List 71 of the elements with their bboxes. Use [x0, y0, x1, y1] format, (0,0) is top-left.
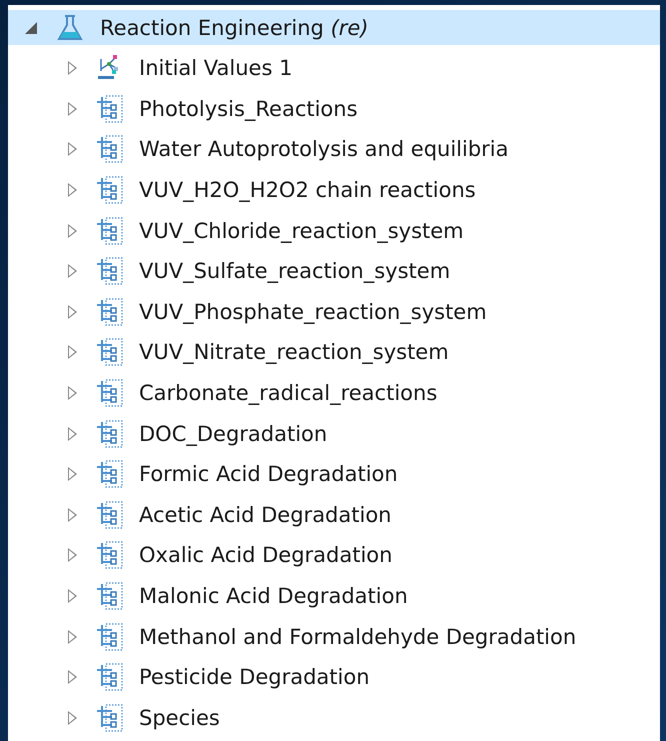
- tree-row[interactable]: Photolysis_Reactions: [8, 88, 660, 130]
- expand-arrow-icon[interactable]: [68, 142, 77, 156]
- expand-arrow-icon[interactable]: [68, 508, 77, 522]
- tree-row[interactable]: Oxalic Acid Degradation: [8, 535, 660, 576]
- expand-arrow-icon[interactable]: [68, 710, 77, 725]
- tree-row[interactable]: Malonic Acid Degradation: [8, 576, 660, 616]
- node-label: Oxalic Acid Degradation: [139, 543, 392, 568]
- tree-row[interactable]: Formic Acid Degradation: [8, 454, 660, 495]
- reaction-group-icon: [94, 134, 124, 164]
- node-label: Reaction Engineering (re): [100, 16, 369, 40]
- tree-row[interactable]: Water Autoprotolysis and equilibria: [8, 129, 660, 170]
- tree-row[interactable]: Pesticide Degradation: [8, 656, 660, 698]
- reaction-group-icon: [94, 581, 124, 612]
- node-label: Species: [139, 706, 220, 730]
- node-label: Methanol and Formaldehyde Degradation: [139, 624, 576, 649]
- tree-row[interactable]: DOC_Degradation: [8, 413, 660, 454]
- selected-tree-row[interactable]: Reaction Engineering (re): [8, 10, 660, 45]
- reaction-group-icon: [94, 216, 124, 246]
- expand-arrow-icon[interactable]: [68, 345, 77, 360]
- tree-row[interactable]: Methanol and Formaldehyde Degradation: [8, 616, 660, 657]
- expand-arrow-icon[interactable]: [68, 386, 77, 400]
- node-label: Initial Values 1: [139, 56, 292, 80]
- expand-arrow-icon[interactable]: [68, 224, 77, 238]
- tree-row[interactable]: Acetic Acid Degradation: [8, 494, 660, 536]
- tree-row[interactable]: Carbonate_radical_reactions: [8, 372, 660, 414]
- node-label: Malonic Acid Degradation: [139, 584, 408, 608]
- expand-arrow-icon[interactable]: [68, 670, 77, 684]
- tree-row[interactable]: VUV_Phosphate_reaction_system: [8, 292, 660, 332]
- tree-row[interactable]: Species: [8, 698, 660, 738]
- reaction-group-icon: [94, 702, 124, 733]
- node-label: Acetic Acid Degradation: [139, 502, 392, 527]
- expand-arrow-icon[interactable]: [68, 589, 77, 604]
- node-label: Water Autoprotolysis and equilibria: [139, 137, 509, 162]
- reaction-group-icon: [94, 296, 124, 327]
- reaction-group-icon: [94, 94, 124, 124]
- expand-arrow-icon[interactable]: [68, 304, 77, 319]
- expand-arrow-icon[interactable]: [68, 102, 77, 116]
- expand-arrow-icon[interactable]: [68, 61, 77, 76]
- tree-row[interactable]: VUV_Nitrate_reaction_system: [8, 332, 660, 373]
- expand-arrow-icon[interactable]: [68, 426, 77, 441]
- reaction-group-icon: [94, 540, 124, 570]
- node-label: DOC_Degradation: [139, 422, 328, 446]
- tree-row[interactable]: VUV_Chloride_reaction_system: [8, 210, 660, 251]
- node-label: Carbonate_radical_reactions: [139, 381, 438, 406]
- tree-row[interactable]: Initial Values 1: [8, 48, 660, 89]
- node-label: VUV_Sulfate_reaction_system: [139, 259, 450, 284]
- reaction-group-icon: [94, 418, 124, 449]
- reaction-group-icon: [94, 622, 124, 652]
- tree-row[interactable]: VUV_Sulfate_reaction_system: [8, 250, 660, 292]
- reaction-group-icon: [94, 662, 124, 692]
- node-label: Pesticide Degradation: [139, 665, 370, 690]
- node-label: VUV_Chloride_reaction_system: [139, 218, 464, 243]
- flask-icon: [55, 12, 85, 42]
- reaction-group-icon: [94, 500, 124, 530]
- expand-arrow-icon[interactable]: [68, 630, 77, 644]
- node-label: VUV_H2O_H2O2 chain reactions: [139, 178, 476, 202]
- expand-arrow-icon[interactable]: [68, 548, 77, 562]
- node-label: Formic Acid Degradation: [139, 462, 398, 486]
- reaction-group-icon: [94, 459, 124, 490]
- reaction-group-icon: [94, 337, 124, 368]
- node-label: VUV_Nitrate_reaction_system: [139, 340, 449, 364]
- expand-arrow-icon[interactable]: [68, 467, 77, 482]
- node-label: Photolysis_Reactions: [139, 96, 358, 121]
- reaction-group-icon: [94, 378, 124, 408]
- expand-arrow-icon[interactable]: [68, 264, 77, 278]
- node-label: VUV_Phosphate_reaction_system: [139, 300, 487, 324]
- tree-row[interactable]: VUV_H2O_H2O2 chain reactions: [8, 170, 660, 210]
- collapse-arrow-icon[interactable]: [25, 22, 37, 34]
- reaction-group-icon: [94, 175, 124, 206]
- expand-arrow-icon[interactable]: [68, 183, 77, 198]
- reaction-group-icon: [94, 256, 124, 286]
